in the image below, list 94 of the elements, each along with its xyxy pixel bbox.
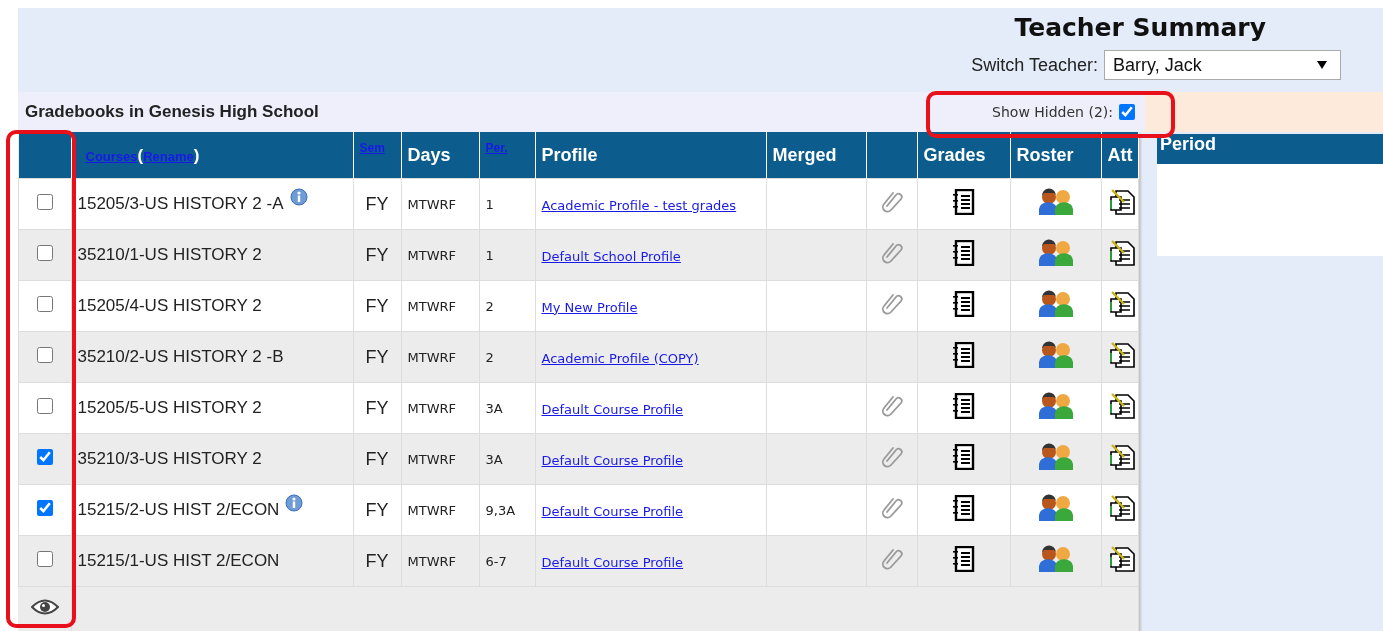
header-text: (: [137, 145, 144, 165]
paperclip-icon[interactable]: [880, 292, 903, 316]
paperclip-icon[interactable]: [880, 496, 903, 520]
document-pencil-icon[interactable]: [1107, 188, 1136, 216]
paperclip-icon[interactable]: [880, 445, 903, 469]
checkbox[interactable]: [36, 296, 53, 312]
course-name: 35210/2-US HISTORY 2 -B: [77, 347, 284, 367]
table-cell: 3A: [479, 382, 535, 434]
notebook-icon[interactable]: [951, 495, 976, 521]
table-cell: MTWRF: [401, 484, 479, 536]
document-pencil-icon[interactable]: [1107, 341, 1136, 369]
table-cell: 6-7: [479, 535, 535, 587]
caret-icon[interactable]: [1316, 60, 1328, 70]
info-icon[interactable]: [289, 188, 308, 206]
column-header: Profile: [535, 132, 766, 179]
teacher-dropdown[interactable]: Barry, Jack: [1104, 50, 1341, 80]
notebook-icon[interactable]: [951, 546, 976, 572]
notebook-icon[interactable]: [951, 393, 976, 419]
checkbox[interactable]: [36, 194, 53, 210]
course-name: 35210/3-US HISTORY 2: [77, 449, 262, 469]
eye-icon[interactable]: [30, 598, 59, 616]
checkbox[interactable]: [36, 398, 53, 414]
section-title: Gradebooks in Genesis High School: [25, 102, 319, 123]
table-cell: MTWRF: [401, 535, 479, 587]
notebook-icon[interactable]: [951, 240, 976, 266]
header-text: ): [193, 145, 200, 165]
table-cell: FY: [353, 484, 401, 536]
table-cell: 1: [479, 229, 535, 281]
table-cell: MTWRF: [401, 178, 479, 230]
paperclip-icon[interactable]: [880, 547, 903, 571]
table-cell: MTWRF: [401, 229, 479, 281]
notebook-icon[interactable]: [951, 189, 976, 215]
people-icon[interactable]: [1037, 188, 1074, 216]
table-cell: FY: [353, 382, 401, 434]
table-cell: 1: [479, 178, 535, 230]
people-icon[interactable]: [1037, 545, 1074, 573]
column-header: Merged: [766, 132, 866, 179]
info-icon[interactable]: [285, 494, 304, 512]
document-pencil-icon[interactable]: [1107, 494, 1136, 522]
column-header: Grades: [917, 132, 1010, 179]
table-cell: FY: [353, 433, 401, 485]
table-cell: 3A: [479, 433, 535, 485]
notebook-icon[interactable]: [951, 342, 976, 368]
checkbox[interactable]: [36, 449, 53, 465]
field-label: Switch Teacher:: [971, 54, 1098, 76]
document-pencil-icon[interactable]: [1107, 443, 1136, 471]
course-name: 15215/2-US HIST 2/ECON: [77, 500, 280, 520]
document-pencil-icon[interactable]: [1107, 239, 1136, 267]
paperclip-icon[interactable]: [880, 241, 903, 265]
people-icon[interactable]: [1037, 494, 1074, 522]
people-icon[interactable]: [1037, 341, 1074, 369]
profile-link[interactable]: Default Course Profile: [541, 452, 684, 468]
profile-link[interactable]: Default Course Profile: [541, 401, 684, 417]
checkbox[interactable]: [36, 347, 53, 363]
notebook-icon[interactable]: [951, 291, 976, 317]
profile-link[interactable]: Default Course Profile: [541, 554, 684, 570]
table-cell: MTWRF: [401, 382, 479, 434]
people-icon[interactable]: [1037, 239, 1074, 267]
table-cell: FY: [353, 280, 401, 332]
people-icon[interactable]: [1037, 443, 1074, 471]
course-name: 35210/1-US HISTORY 2: [77, 245, 262, 265]
checkbox[interactable]: [36, 551, 53, 567]
table-cell: 2: [479, 280, 535, 332]
panel-title: Period: [1157, 134, 1383, 164]
profile-link[interactable]: My New Profile: [541, 299, 638, 315]
course-name: 15205/4-US HISTORY 2: [77, 296, 262, 316]
table-cell: MTWRF: [401, 331, 479, 383]
table-cell: MTWRF: [401, 433, 479, 485]
page-title: Teacher Summary: [1014, 13, 1266, 42]
course-name: 15205/3-US HISTORY 2 -A: [77, 194, 284, 214]
checkbox[interactable]: [36, 245, 53, 261]
course-name: 15215/1-US HIST 2/ECON: [77, 551, 280, 571]
table-cell: FY: [353, 178, 401, 230]
table-cell: MTWRF: [401, 280, 479, 332]
paperclip-icon[interactable]: [880, 394, 903, 418]
table-cell: FY: [353, 229, 401, 281]
document-pencil-icon[interactable]: [1107, 392, 1136, 420]
notebook-icon[interactable]: [951, 444, 976, 470]
checkbox[interactable]: [36, 500, 53, 516]
table-cell: FY: [353, 535, 401, 587]
paperclip-icon[interactable]: [880, 190, 903, 214]
profile-link[interactable]: Default School Profile: [541, 248, 681, 264]
checkbox[interactable]: [1119, 104, 1135, 121]
checkbox-label: Show Hidden (2):: [992, 104, 1113, 121]
document-pencil-icon[interactable]: [1107, 290, 1136, 318]
people-icon[interactable]: [1037, 290, 1074, 318]
document-pencil-icon[interactable]: [1107, 545, 1136, 573]
table-cell: FY: [353, 331, 401, 383]
profile-link[interactable]: Default Course Profile: [541, 503, 684, 519]
column-header: Days: [401, 132, 479, 179]
course-name: 15205/5-US HISTORY 2: [77, 398, 262, 418]
table-cell: 2: [479, 331, 535, 383]
table-cell: 9,3A: [479, 484, 535, 536]
people-icon[interactable]: [1037, 392, 1074, 420]
